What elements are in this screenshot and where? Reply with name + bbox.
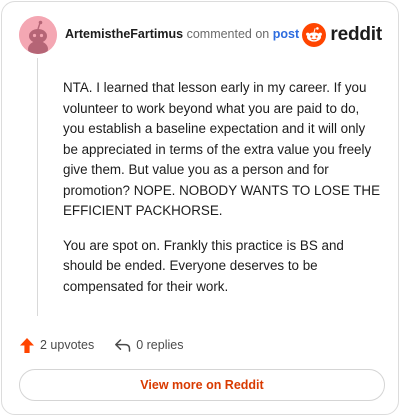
replies-count: 0 replies — [136, 338, 184, 352]
commented-on-text: commented on — [186, 27, 270, 41]
comment-body: NTA. I learned that lesson early in my c… — [63, 78, 381, 311]
avatar[interactable] — [19, 16, 57, 54]
reddit-wordmark: reddit — [330, 24, 382, 45]
comment-paragraph-2: You are spot on. Frankly this practice i… — [63, 237, 344, 294]
view-more-on-reddit-button[interactable]: View more on Reddit — [19, 369, 385, 401]
reddit-logo[interactable]: reddit — [302, 22, 382, 48]
upvote-arrow-icon — [20, 337, 34, 353]
thread-line — [37, 58, 38, 316]
reply-arrow-icon — [115, 339, 131, 352]
upvote-action[interactable]: 2 upvotes — [19, 337, 94, 354]
comment-meta: ArtemistheFartimus commented on post — [65, 27, 299, 41]
embedded-comment-card: ArtemistheFartimus commented on post red… — [1, 1, 399, 415]
username[interactable]: ArtemistheFartimus — [65, 27, 183, 41]
comment-paragraph-1: NTA. I learned that lesson early in my c… — [63, 80, 381, 218]
upvotes-count: 2 upvotes — [40, 338, 95, 352]
reply-action[interactable]: 0 replies — [114, 337, 183, 353]
comment-header: ArtemistheFartimus commented on post red… — [19, 16, 382, 54]
comment-actions: 2 upvotes 0 replies — [19, 334, 183, 356]
reddit-snoo-icon — [302, 23, 327, 47]
post-link[interactable]: post — [273, 27, 299, 41]
snoo-avatar-icon — [19, 16, 57, 54]
